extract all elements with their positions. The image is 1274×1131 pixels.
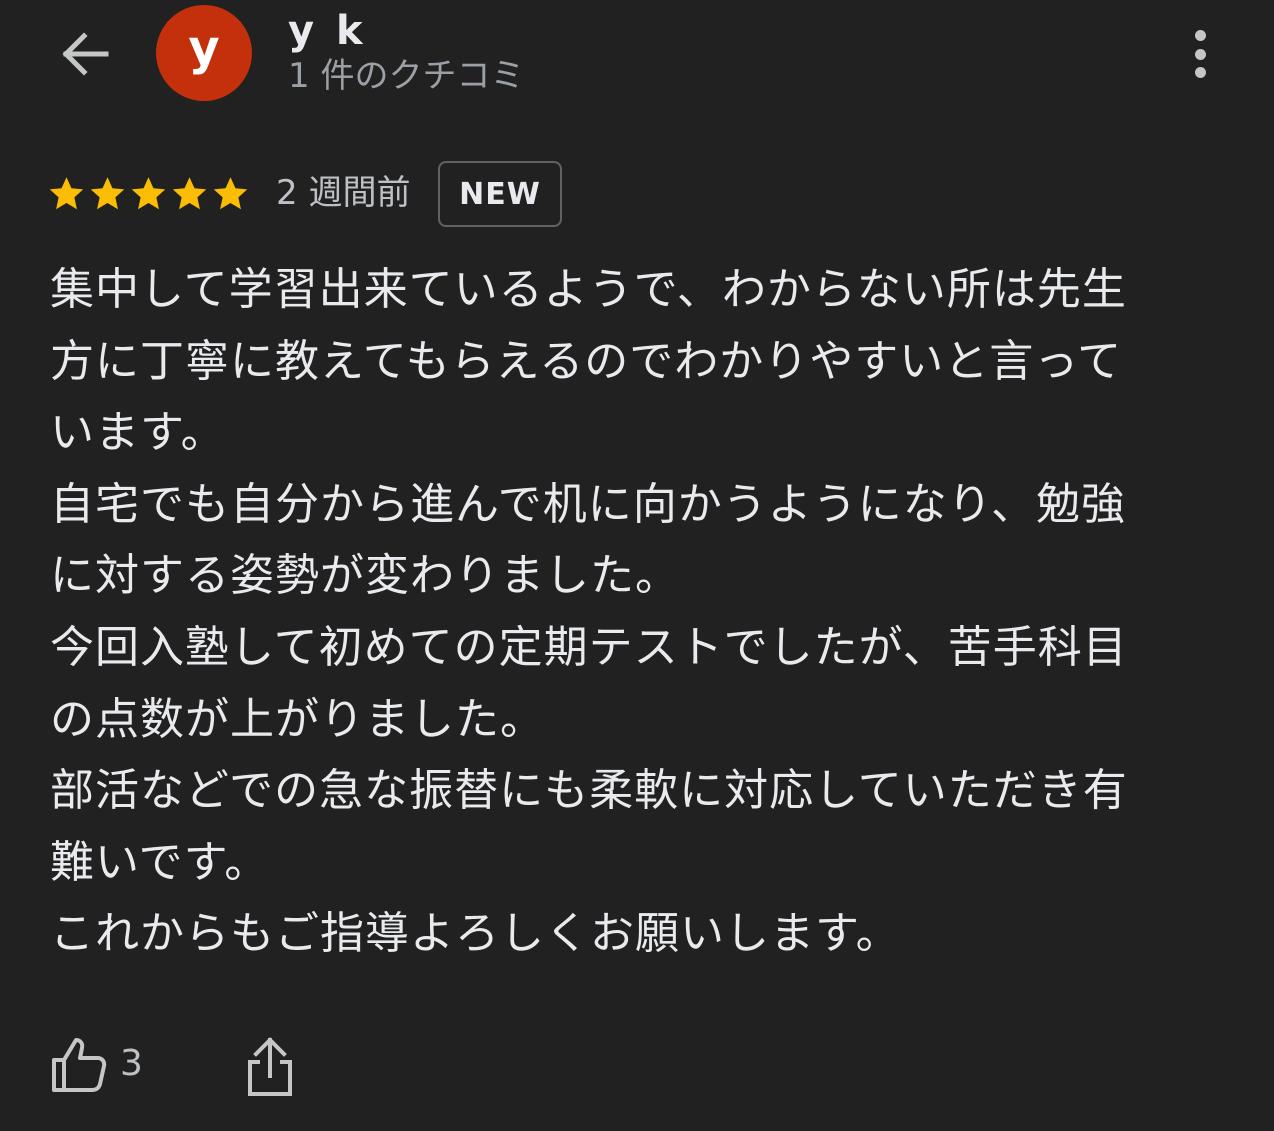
star-icon	[49, 177, 84, 210]
back-button[interactable]	[52, 26, 116, 82]
avatar[interactable]: y	[156, 5, 252, 101]
share-button[interactable]	[244, 1036, 296, 1098]
avatar-letter: y	[188, 20, 220, 76]
review-date: 2 週間前	[276, 173, 411, 213]
new-badge: NEW	[438, 161, 562, 227]
like-count: 3	[120, 1043, 143, 1084]
star-icon	[213, 177, 248, 210]
review-text-line: 集中して学習出来ているようで、わからない所は先生	[50, 264, 1127, 315]
share-icon	[248, 1037, 292, 1096]
star-icon	[172, 177, 207, 210]
reviewer-review-count: 1 件のクチコミ	[288, 56, 525, 96]
star-rating	[46, 172, 251, 216]
review-text-line: 難いです。	[50, 836, 270, 888]
review-text-line: の点数が上がりました。	[50, 693, 545, 745]
star-icon	[131, 177, 166, 210]
review-text: 集中して学習出来ているようで、わからない所は先生 方に丁寧に教えてもらえるのでわか…	[50, 254, 1210, 970]
like-button[interactable]: 3	[48, 1034, 143, 1094]
more-vert-icon	[1194, 30, 1206, 41]
review-text-line: います。	[50, 407, 226, 459]
reviewer-name[interactable]: y k	[288, 6, 367, 56]
arrow-left-icon	[62, 32, 109, 76]
thumb-up-icon	[52, 1038, 107, 1092]
review-text-line: に対する姿勢が変わりました。	[50, 550, 680, 602]
review-text-line: 自宅でも自分から進んで机に向かうようになり、勉強	[50, 478, 1127, 530]
review-text-line: これからもご指導よろしくお願いします。	[50, 908, 901, 960]
star-icon	[90, 177, 125, 210]
review-text-line: 部活などでの急な振替にも柔軟に対応していただき有	[50, 765, 1128, 817]
more-options-button[interactable]	[1178, 24, 1222, 84]
review-text-line: 今回入塾して初めての定期テストでしたが、苦手科目	[50, 621, 1128, 673]
review-text-line: 方に丁寧に教えてもらえるのでわかりやすいと言って	[50, 335, 1123, 387]
